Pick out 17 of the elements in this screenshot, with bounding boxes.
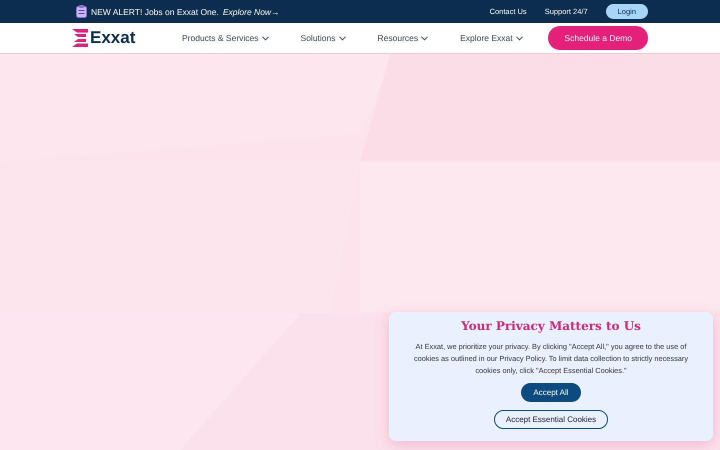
accept-all-button[interactable]: Accept All xyxy=(521,383,581,402)
accept-essential-button[interactable]: Accept Essential Cookies xyxy=(494,410,608,429)
alert-text: NEW ALERT! Jobs on Exxat One. xyxy=(91,6,219,16)
chevron-down-icon xyxy=(338,36,346,40)
chevron-down-icon xyxy=(516,36,523,40)
nav-menu-item[interactable]: Explore Exxat xyxy=(460,33,523,43)
chevron-down-icon xyxy=(421,36,428,40)
chevron-down-icon xyxy=(262,36,269,40)
explore-link[interactable]: Explore Now→ xyxy=(222,6,280,16)
nav-menu-item[interactable]: Resources xyxy=(378,33,428,43)
nav-menu-item[interactable]: Solutions xyxy=(300,33,346,43)
cookie-title: Your Privacy Matters to Us xyxy=(461,319,641,333)
logo-icon xyxy=(72,29,88,47)
schedule-demo-button[interactable]: Schedule a Demo xyxy=(548,26,648,50)
nav-menu-item[interactable]: Products & Services xyxy=(182,33,269,43)
logo-text[interactable]: Exxat xyxy=(90,28,136,48)
clipboard-icon xyxy=(76,5,87,18)
